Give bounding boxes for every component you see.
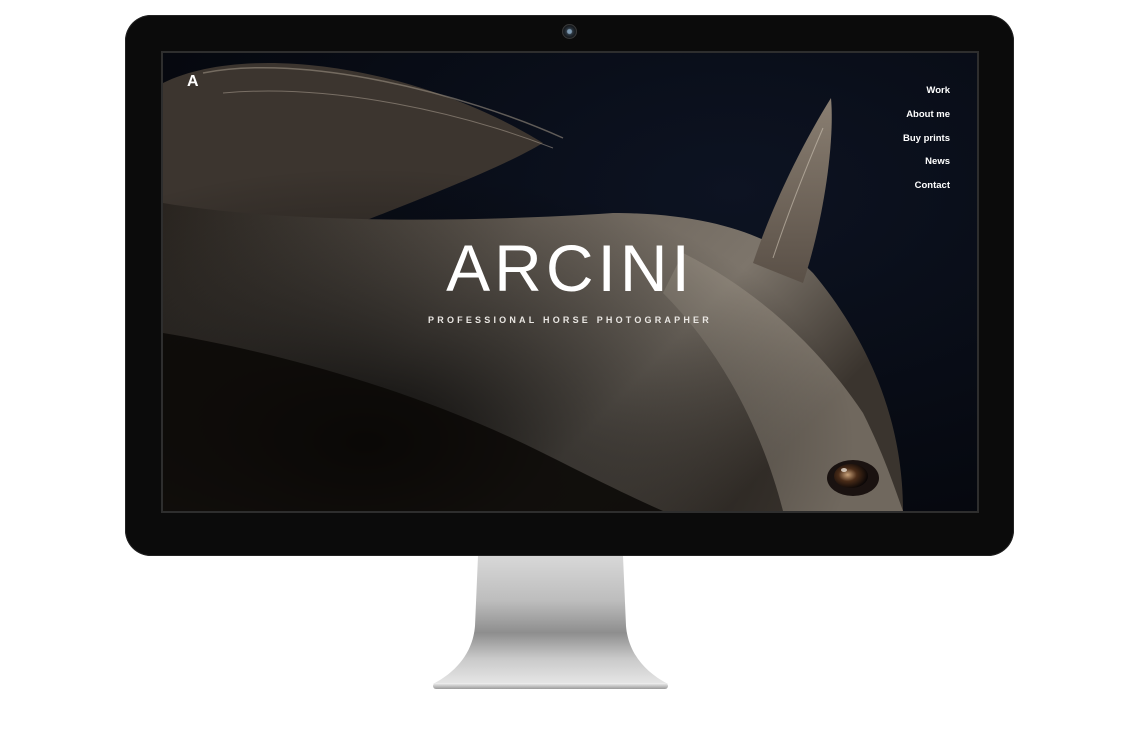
monitor-bezel: A Work About me Buy prints News Contact …: [125, 15, 1014, 556]
nav-item-about-me[interactable]: About me: [906, 103, 950, 127]
nav-item-news[interactable]: News: [925, 150, 950, 174]
nav-item-buy-prints[interactable]: Buy prints: [903, 127, 950, 151]
website-screen: A Work About me Buy prints News Contact …: [161, 51, 979, 513]
hero-subtitle: PROFESSIONAL HORSE PHOTOGRAPHER: [428, 315, 712, 325]
nav-item-work[interactable]: Work: [926, 79, 950, 103]
webcam-icon: [562, 24, 577, 39]
site-logo[interactable]: A: [187, 73, 199, 91]
main-nav: Work About me Buy prints News Contact: [903, 79, 950, 198]
nav-item-contact[interactable]: Contact: [915, 174, 950, 198]
hero-title: ARCINI: [446, 231, 694, 305]
monitor-stand: [433, 556, 668, 689]
